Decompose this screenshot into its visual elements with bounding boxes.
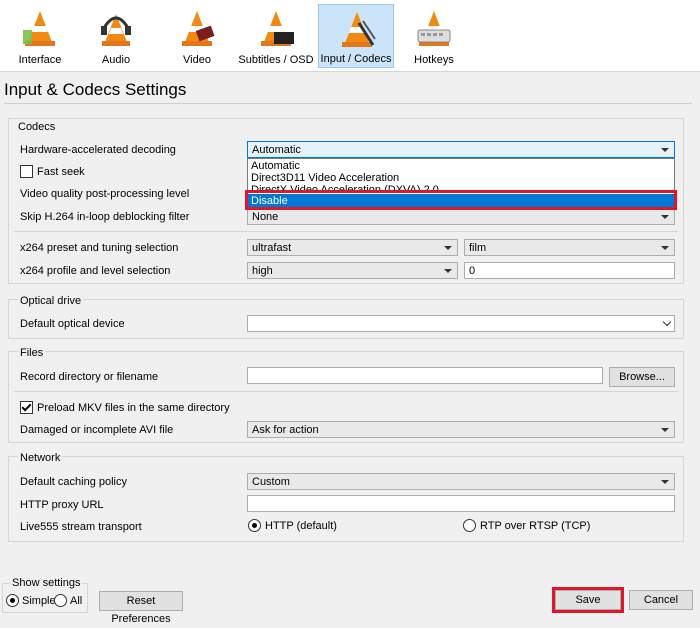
input-codecs-cone-icon (342, 12, 376, 47)
transport-rtsp-label: RTP over RTSP (TCP) (480, 520, 591, 532)
tab-label: Hotkeys (414, 54, 454, 66)
fast-seek-checkbox[interactable] (20, 165, 33, 178)
x264-tune-select[interactable]: film (464, 239, 675, 256)
tab-label: Video (183, 54, 211, 66)
disable-highlight-box (245, 190, 677, 210)
hw-decoding-label: Hardware-accelerated decoding (20, 144, 176, 156)
dropdown-arrow-icon (661, 428, 669, 432)
avi-label: Damaged or incomplete AVI file (20, 424, 174, 436)
x264-preset-label: x264 preset and tuning selection (20, 242, 179, 254)
skip-h264-select[interactable]: None (247, 208, 675, 225)
tab-label: Input / Codecs (320, 53, 392, 65)
x264-preset-value: ultrafast (252, 242, 292, 254)
x264-profile-value: high (252, 265, 273, 277)
chevron-down-icon (662, 317, 672, 327)
x264-profile-label: x264 profile and level selection (20, 265, 171, 277)
all-label: All (70, 595, 83, 607)
tab-label: Subtitles / OSD (238, 54, 314, 66)
tab-label: Audio (101, 54, 131, 66)
subtitles-cone-icon (261, 11, 294, 46)
tab-hotkeys[interactable]: Hotkeys (396, 4, 472, 68)
dropdown-option[interactable]: Direct3D11 Video Acceleration (248, 172, 674, 184)
interface-cone-icon (23, 11, 55, 46)
simple-radio[interactable] (6, 594, 19, 607)
record-path-input[interactable] (247, 367, 603, 384)
transport-http-label: HTTP (default) (265, 520, 337, 532)
radio-selected-dot (10, 598, 15, 603)
x264-tune-value: film (469, 242, 487, 254)
dropdown-arrow-icon (444, 246, 452, 250)
reset-preferences-button[interactable]: Reset Preferences (99, 591, 183, 625)
tab-subtitles-osd[interactable]: Subtitles / OSD (238, 4, 314, 68)
transport-rtsp-radio[interactable] (463, 519, 476, 532)
dropdown-arrow-icon (661, 246, 669, 250)
proxy-label: HTTP proxy URL (20, 499, 104, 511)
dropdown-arrow-icon (661, 215, 669, 219)
hw-decoding-value: Automatic (252, 144, 301, 156)
x264-level-input[interactable]: 0 (464, 262, 675, 279)
files-group-title: Files (18, 347, 46, 359)
radio-selected-dot (252, 523, 257, 528)
audio-headphones-cone-icon (101, 14, 131, 46)
network-group-title: Network (18, 452, 63, 464)
tab-interface[interactable]: Interface (2, 4, 78, 68)
show-settings-label: Show settings (10, 577, 83, 589)
record-label: Record directory or filename (20, 371, 159, 383)
caching-label: Default caching policy (20, 476, 128, 488)
video-cone-icon (182, 11, 215, 46)
avi-select[interactable]: Ask for action (247, 421, 675, 438)
files-separator (14, 391, 678, 392)
pp-level-label: Video quality post-processing level (20, 188, 190, 200)
browse-button[interactable]: Browse... (609, 367, 675, 387)
tab-video[interactable]: Video (159, 4, 235, 68)
transport-http-radio[interactable] (248, 519, 261, 532)
cancel-button[interactable]: Cancel (629, 590, 693, 610)
hw-decoding-select[interactable]: Automatic (247, 141, 675, 158)
live555-label: Live555 stream transport (20, 521, 142, 533)
fast-seek-label: Fast seek (37, 166, 85, 178)
title-divider (4, 103, 692, 104)
tab-label: Interface (18, 54, 62, 66)
hotkeys-cone-icon (417, 11, 451, 46)
skip-h264-value: None (252, 211, 279, 223)
category-toolbar: Interface Audio Video Subtitles / OSD In… (0, 0, 700, 72)
proxy-input[interactable] (247, 495, 675, 512)
optical-device-label: Default optical device (20, 318, 125, 330)
preload-mkv-checkbox[interactable] (20, 401, 33, 414)
dropdown-arrow-icon (444, 269, 452, 273)
tab-audio[interactable]: Audio (78, 4, 154, 68)
page-title: Input & Codecs Settings (4, 80, 187, 99)
codecs-group-title: Codecs (18, 121, 56, 133)
skip-h264-label: Skip H.264 in-loop deblocking filter (20, 211, 190, 223)
dropdown-arrow-icon (661, 148, 669, 152)
checkmark-icon (21, 401, 32, 412)
all-radio[interactable] (54, 594, 67, 607)
save-highlight-box (552, 587, 624, 613)
tab-input-codecs[interactable]: Input / Codecs (318, 4, 394, 68)
caching-value: Custom (252, 476, 290, 488)
preload-mkv-label: Preload MKV files in the same directory (37, 402, 230, 414)
caching-select[interactable]: Custom (247, 473, 675, 490)
optical-device-select[interactable] (247, 315, 675, 332)
avi-value: Ask for action (252, 424, 319, 436)
dropdown-arrow-icon (661, 480, 669, 484)
optical-group-title: Optical drive (18, 295, 84, 307)
codecs-separator (14, 231, 678, 232)
x264-preset-select[interactable]: ultrafast (247, 239, 458, 256)
simple-label: Simple (22, 595, 56, 607)
x264-profile-select[interactable]: high (247, 262, 458, 279)
dropdown-option[interactable]: Automatic (248, 160, 674, 172)
